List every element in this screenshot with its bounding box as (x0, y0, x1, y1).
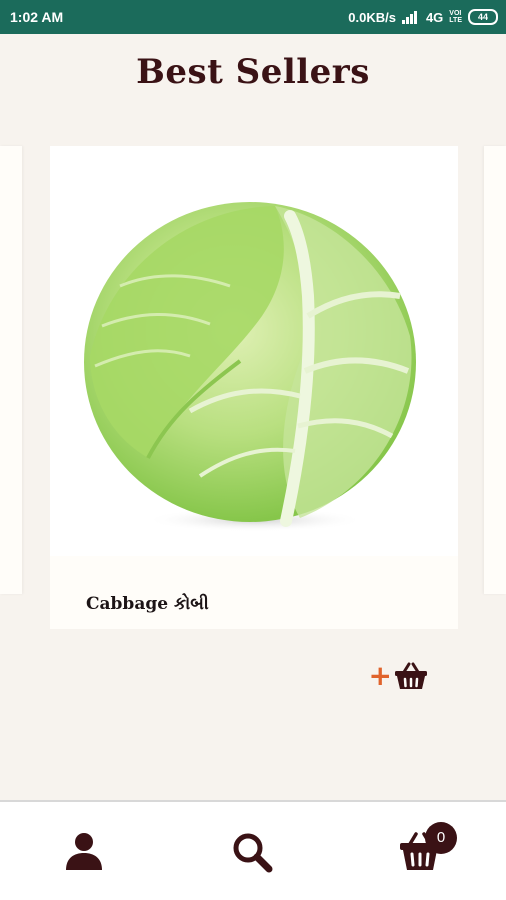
add-to-basket-button[interactable]: + (369, 662, 428, 690)
cabbage-image (84, 202, 416, 532)
volte-line-2: LTE (449, 17, 462, 24)
bottom-navigation: 0 (0, 800, 506, 900)
nav-search-button[interactable] (230, 830, 274, 874)
page-title: Best Sellers (136, 52, 370, 92)
plus-icon: + (368, 659, 392, 692)
volte-icon: VOI LTE (449, 10, 462, 24)
status-indicators: 0.0KB/s 4G VOI LTE 44 (348, 9, 498, 25)
product-card[interactable]: Cabbage કોબી (50, 146, 458, 629)
volte-line-1: VOI (449, 10, 462, 17)
cart-count-badge: 0 (425, 822, 457, 854)
status-time: 1:02 AM (10, 9, 64, 25)
next-product-card[interactable] (484, 146, 506, 594)
network-speed: 0.0KB/s (348, 9, 396, 25)
basket-icon (395, 662, 427, 689)
status-bar: 1:02 AM 0.0KB/s 4G VOI LTE 44 (0, 0, 506, 34)
nav-profile-button[interactable] (62, 830, 106, 874)
battery-icon: 44 (468, 9, 498, 25)
search-icon (233, 833, 273, 873)
user-icon (66, 833, 102, 870)
signal-icon (401, 10, 420, 24)
product-card-footer: + (50, 629, 458, 729)
product-image[interactable] (50, 146, 458, 556)
network-type: 4G (425, 9, 444, 25)
previous-product-card[interactable] (0, 146, 22, 594)
product-name[interactable]: Cabbage કોબી (86, 594, 209, 614)
